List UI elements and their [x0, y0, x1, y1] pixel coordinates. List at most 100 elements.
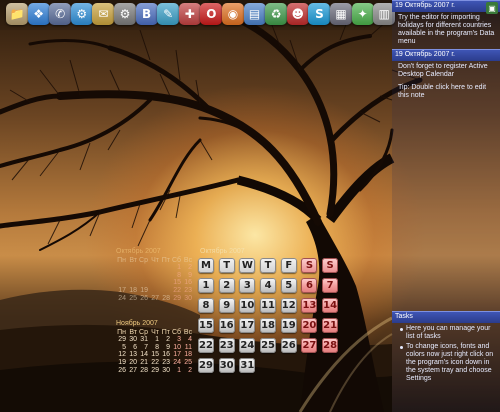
day-cell[interactable]: 16 [182, 279, 193, 287]
task-item[interactable]: To change icons, fonts and colors now ju… [398, 343, 496, 383]
skype-icon[interactable]: S [308, 3, 331, 25]
day-cell[interactable]: 19 [116, 359, 127, 367]
day-button[interactable]: 1 [198, 278, 214, 293]
game-icon[interactable]: ☻ [286, 3, 309, 25]
day-button[interactable]: 3 [239, 278, 256, 293]
day-cell[interactable]: 7 [138, 344, 149, 352]
day-button[interactable]: 16 [218, 318, 235, 333]
day-cell[interactable]: 30 [182, 295, 193, 303]
day-cell[interactable]: 23 [160, 359, 171, 367]
day-button[interactable]: 8 [198, 298, 214, 313]
chart-icon[interactable]: B [135, 3, 158, 25]
day-cell[interactable]: 28 [138, 367, 149, 375]
browser-icon[interactable]: ◉ [222, 3, 244, 25]
day-button[interactable]: 29 [198, 358, 214, 373]
day-button[interactable]: 24 [239, 338, 256, 353]
tools-icon[interactable]: ✚ [178, 3, 201, 25]
day-button[interactable]: 15 [198, 318, 214, 333]
day-cell[interactable]: 17 [116, 287, 127, 295]
day-cell[interactable]: 12 [116, 351, 127, 359]
day-button[interactable]: 23 [218, 338, 235, 353]
note-item[interactable]: 19 Октябрь 2007 г. Don't forget to regist… [392, 49, 500, 82]
day-cell[interactable]: 2 [182, 264, 193, 272]
day-cell[interactable]: 9 [182, 272, 193, 280]
day-cell[interactable]: 8 [149, 344, 160, 352]
day-cell[interactable]: 25 [182, 359, 193, 367]
day-cell[interactable]: 2 [160, 336, 171, 344]
day-button[interactable]: 11 [260, 298, 277, 313]
network-icon[interactable]: ⚙ [70, 3, 93, 25]
day-cell[interactable]: 26 [116, 367, 127, 375]
day-cell[interactable]: 31 [138, 336, 149, 344]
day-cell[interactable]: 22 [149, 359, 160, 367]
day-button[interactable]: 27 [301, 338, 318, 353]
day-cell[interactable]: 18 [182, 351, 193, 359]
day-cell[interactable]: 29 [116, 336, 127, 344]
day-button[interactable]: 30 [218, 358, 235, 373]
day-button[interactable]: 5 [280, 278, 297, 293]
day-cell[interactable]: 24 [116, 295, 127, 303]
day-button[interactable]: 13 [301, 298, 318, 313]
day-cell[interactable]: 22 [171, 287, 182, 295]
day-cell[interactable]: 1 [149, 336, 160, 344]
day-button[interactable]: 25 [260, 338, 277, 353]
robot-icon[interactable]: ✦ [351, 3, 374, 25]
opera-icon[interactable]: O [200, 3, 223, 25]
calendar-tray-icon[interactable]: ▣ [486, 2, 498, 14]
day-button[interactable]: 28 [322, 338, 339, 353]
day-cell[interactable]: 6 [127, 344, 138, 352]
day-cell[interactable]: 29 [149, 367, 160, 375]
day-cell[interactable]: 27 [149, 295, 160, 303]
day-cell[interactable]: 29 [171, 295, 182, 303]
clipboard-icon[interactable]: ▤ [243, 3, 266, 25]
day-cell[interactable]: 5 [116, 344, 127, 352]
printer-icon[interactable]: ▦ [330, 3, 352, 25]
windows-icon[interactable]: ❖ [27, 3, 50, 25]
note-item[interactable]: Tip: Double click here to edit this note [392, 82, 500, 103]
day-cell[interactable]: 28 [160, 295, 171, 303]
day-button[interactable]: 4 [260, 278, 277, 293]
note-item[interactable]: 19 Октябрь 2007 г. Try the editor for imp… [392, 0, 500, 49]
file-icon[interactable]: 📁 [6, 3, 28, 25]
day-cell[interactable]: 9 [160, 344, 171, 352]
day-cell[interactable]: 3 [171, 336, 182, 344]
day-button[interactable]: 17 [239, 318, 256, 333]
day-cell[interactable]: 25 [127, 295, 138, 303]
day-cell[interactable]: 8 [171, 272, 182, 280]
day-cell[interactable]: 24 [171, 359, 182, 367]
recycle-bin-icon[interactable]: ♻ [265, 3, 288, 25]
day-cell[interactable]: 11 [182, 344, 193, 352]
folder-icon[interactable]: ✉ [92, 3, 115, 25]
phone-icon[interactable]: ✆ [49, 3, 72, 25]
day-cell[interactable]: 13 [127, 351, 138, 359]
day-cell[interactable]: 20 [127, 359, 138, 367]
day-button[interactable]: 31 [239, 358, 256, 373]
day-cell[interactable]: 14 [138, 351, 149, 359]
day-button[interactable]: 18 [260, 318, 277, 333]
day-cell[interactable]: 21 [138, 359, 149, 367]
day-cell[interactable]: 15 [149, 351, 160, 359]
day-button[interactable]: 2 [218, 278, 235, 293]
day-cell[interactable]: 10 [171, 344, 182, 352]
day-button[interactable]: 21 [322, 318, 339, 333]
day-cell[interactable]: 30 [160, 367, 171, 375]
day-button[interactable]: 9 [218, 298, 235, 313]
pencil-icon[interactable]: ✎ [157, 3, 180, 25]
day-button[interactable]: 7 [322, 278, 339, 293]
day-button[interactable]: 6 [301, 278, 318, 293]
day-cell[interactable]: 19 [138, 287, 149, 295]
day-cell[interactable]: 27 [127, 367, 138, 375]
day-button[interactable]: 20 [301, 318, 318, 333]
day-button[interactable]: 10 [239, 298, 256, 313]
day-cell[interactable]: 23 [182, 287, 193, 295]
day-cell[interactable]: 26 [138, 295, 149, 303]
day-cell[interactable]: 2 [182, 367, 193, 375]
day-button[interactable]: 19 [280, 318, 297, 333]
day-button[interactable]: 14 [322, 298, 339, 313]
day-button[interactable]: 12 [280, 298, 297, 313]
day-cell[interactable]: 1 [171, 264, 182, 272]
day-cell[interactable]: 17 [171, 351, 182, 359]
day-button[interactable]: 22 [198, 338, 214, 353]
day-cell[interactable]: 1 [171, 367, 182, 375]
settings-icon[interactable]: ⚙ [114, 3, 136, 25]
